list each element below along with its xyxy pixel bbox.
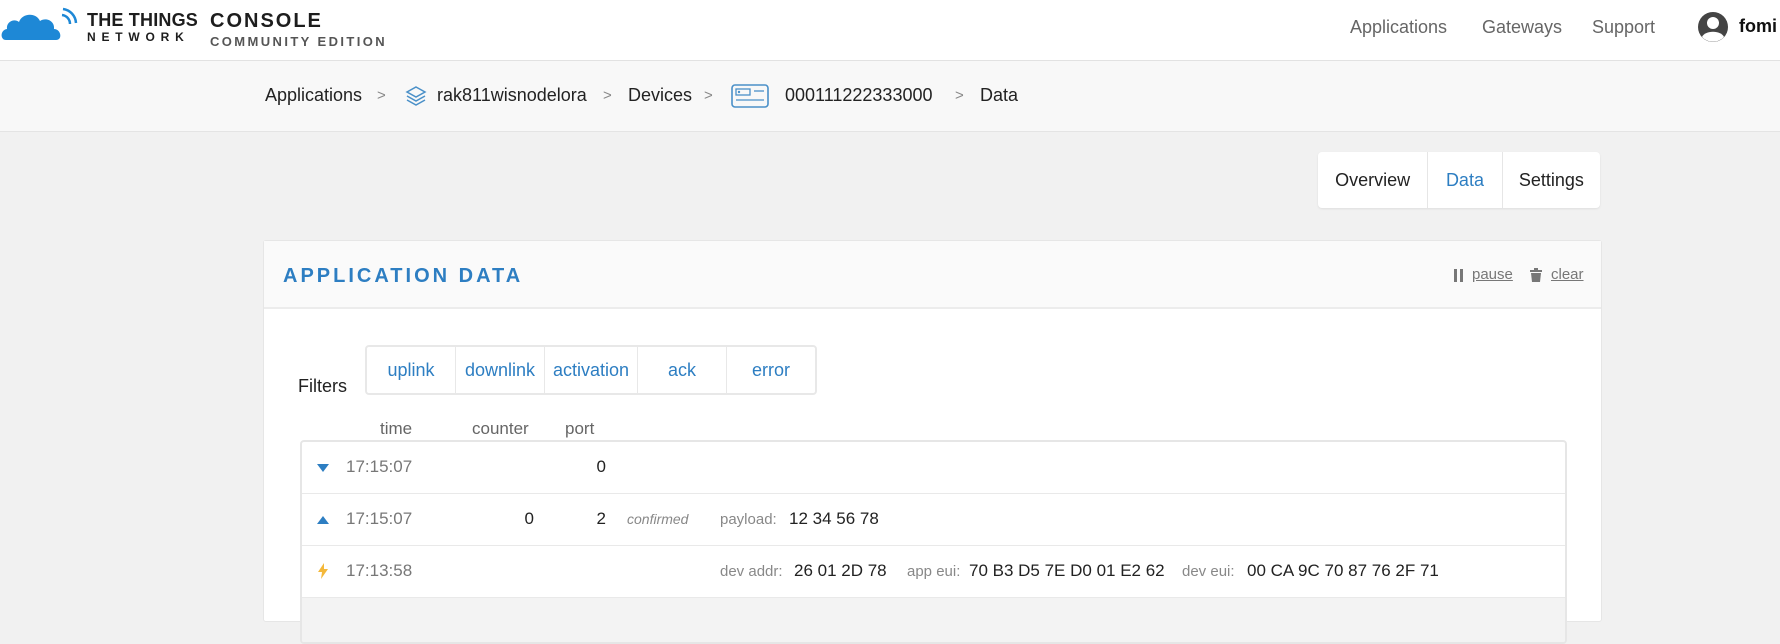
breadcrumb-separator: > — [704, 87, 713, 104]
table-row[interactable]: 17:13:58 dev addr: 26 01 2D 78 app eui: … — [302, 546, 1565, 598]
table-row[interactable]: 17:15:07 0 2 confirmed payload: 12 34 56… — [302, 494, 1565, 546]
device-icon — [731, 84, 769, 108]
breadcrumb: Applications > rak811wisnodelora > Devic… — [0, 61, 1780, 132]
app-eui-value: 70 B3 D5 7E D0 01 E2 62 — [969, 561, 1165, 580]
payload-label: payload: — [720, 511, 777, 528]
filter-downlink[interactable]: downlink — [456, 347, 545, 393]
downlink-arrow-icon — [317, 464, 329, 472]
dev-eui-label: dev eui: — [1182, 563, 1235, 580]
filters-label: Filters — [298, 376, 347, 396]
filter-uplink[interactable]: uplink — [367, 347, 456, 393]
uplink-arrow-icon — [317, 516, 329, 524]
application-data-panel: APPLICATION DATA pause clear Filters upl… — [263, 240, 1602, 644]
row-counter: 0 — [524, 509, 534, 528]
row-time: 17:15:07 — [346, 457, 413, 476]
breadcrumb-applications[interactable]: Applications — [265, 85, 362, 106]
pause-button[interactable]: pause — [1472, 266, 1513, 283]
tab-data[interactable]: Data — [1428, 152, 1503, 208]
panel-title: APPLICATION DATA — [283, 265, 524, 287]
row-port: 0 — [596, 457, 606, 476]
brand-line2: NETWORK — [87, 30, 190, 44]
table-row[interactable] — [302, 598, 1565, 642]
top-bar: THE THINGS NETWORK CONSOLE COMMUNITY EDI… — [0, 0, 1780, 61]
console-line2: COMMUNITY EDITION — [210, 34, 388, 49]
confirmed-tag: confirmed — [627, 511, 689, 527]
row-port: 2 — [596, 509, 606, 528]
column-header-port: port — [565, 419, 595, 438]
device-tabs: Overview Data Settings — [1318, 152, 1600, 208]
data-table: 17:15:07 0 17:15:07 0 2 confirmed payloa… — [300, 440, 1567, 644]
breadcrumb-separator: > — [377, 87, 386, 104]
user-name[interactable]: fomi — [1739, 16, 1777, 37]
table-row[interactable]: 17:15:07 0 — [302, 442, 1565, 494]
row-time: 17:13:58 — [346, 561, 413, 580]
nav-support[interactable]: Support — [1592, 17, 1655, 38]
tab-overview[interactable]: Overview — [1318, 152, 1429, 208]
filter-group: uplink downlink activation ack error — [365, 345, 817, 395]
dev-addr-value: 26 01 2D 78 — [794, 561, 887, 580]
app-eui-label: app eui: — [907, 563, 961, 580]
brand-logo-text[interactable]: THE THINGS NETWORK — [87, 11, 198, 43]
brand-line1: THE THINGS — [87, 10, 199, 30]
clear-button[interactable]: clear — [1551, 266, 1584, 283]
dev-eui-value: 00 CA 9C 70 87 76 2F 71 — [1247, 561, 1439, 580]
nav-applications[interactable]: Applications — [1350, 17, 1447, 38]
pause-icon[interactable] — [1454, 269, 1464, 282]
user-avatar-icon[interactable] — [1697, 11, 1729, 43]
dev-addr-label: dev addr: — [720, 563, 783, 580]
column-header-counter: counter — [472, 419, 529, 438]
column-header-time: time — [380, 419, 413, 438]
console-title: CONSOLE COMMUNITY EDITION — [210, 11, 387, 48]
filter-ack[interactable]: ack — [638, 347, 727, 393]
trash-icon[interactable] — [1530, 268, 1542, 282]
breadcrumb-data: Data — [980, 85, 1019, 105]
breadcrumb-application[interactable]: rak811wisnodelora — [437, 85, 587, 106]
panel-header: APPLICATION DATA pause clear — [264, 241, 1601, 309]
breadcrumb-separator: > — [603, 87, 612, 104]
layers-icon — [405, 86, 427, 106]
cloud-logo-icon[interactable] — [0, 6, 80, 46]
activation-bolt-icon — [318, 563, 328, 579]
filter-error[interactable]: error — [727, 347, 815, 393]
payload-value: 12 34 56 78 — [789, 509, 879, 528]
row-time: 17:15:07 — [346, 509, 413, 528]
console-line1: CONSOLE — [210, 10, 323, 32]
tab-settings[interactable]: Settings — [1503, 152, 1600, 208]
breadcrumb-device[interactable]: 000111222333000 — [785, 85, 933, 106]
breadcrumb-devices[interactable]: Devices — [628, 85, 692, 106]
breadcrumb-separator: > — [955, 87, 964, 104]
nav-gateways[interactable]: Gateways — [1482, 17, 1562, 38]
filter-activation[interactable]: activation — [545, 347, 638, 393]
